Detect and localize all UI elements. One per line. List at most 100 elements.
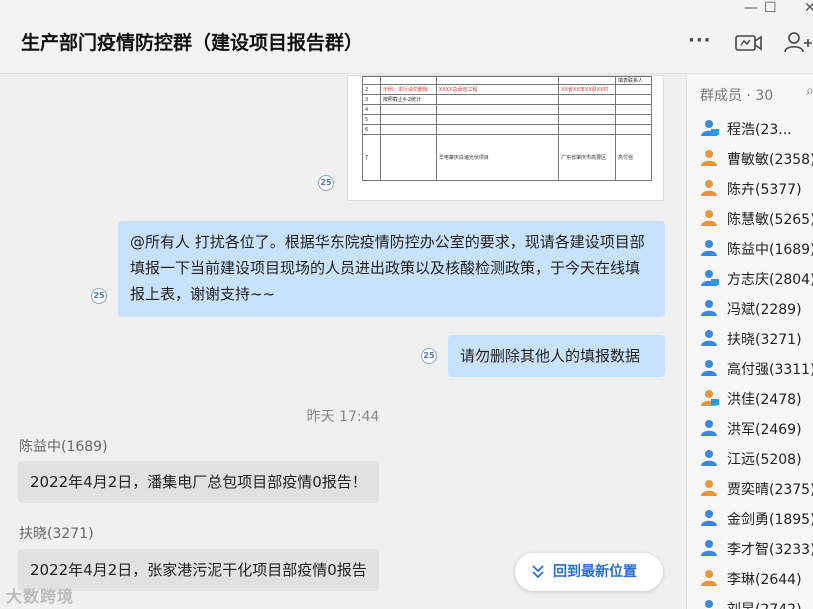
user-avatar-icon <box>701 150 717 166</box>
spreadsheet-row: 7 华电肇庆白诸光伏项目 广东省肇庆市高要区 高付强 <box>362 134 652 181</box>
member-name: 陈卉(5377) <box>727 182 802 198</box>
member-name: 金剑勇(1895) <box>727 512 813 528</box>
user-avatar-icon <box>701 180 717 196</box>
message-sender-name[interactable]: 陈益中(1689) <box>19 436 108 456</box>
chat-header: — ☐ ✕ 生产部门疫情防控群（建设项目报告群） ··· <box>0 0 813 74</box>
chat-message-area[interactable]: 填表联系人 2 示例：本行请勿删除 XXXX总承包工程 XX省XX市XX县XX村 3 按照截… <box>0 75 686 609</box>
video-call-icon[interactable] <box>735 33 763 53</box>
user-avatar-icon <box>701 240 717 256</box>
member-list-panel[interactable]: 群成员 · 30 ⌕ 程浩(23...· 群曹敏敏(2358)陈卉(5377)陈… <box>686 75 813 609</box>
jump-to-latest-label: 回到最新位置 <box>553 564 637 580</box>
user-avatar-icon <box>701 390 719 406</box>
member-name: 陈慧敏(5265) <box>727 212 813 228</box>
spreadsheet-cell <box>379 114 437 125</box>
user-avatar-icon <box>705 600 713 608</box>
message-bubble-announcement[interactable]: @所有人 打扰各位了。根据华东院疫情防控办公室的要求，现请各建设项目部填报一下当… <box>118 221 665 317</box>
spreadsheet-cell: 6 <box>362 124 381 135</box>
user-avatar-icon <box>701 570 717 586</box>
member-name: 李琳(2644) <box>727 572 802 588</box>
member-name: 贾奕晴(2375) <box>727 482 813 498</box>
add-member-icon[interactable] <box>784 31 812 53</box>
spreadsheet-cell <box>615 124 652 135</box>
user-avatar-icon <box>701 300 717 316</box>
member-name: 冯斌(2289) <box>727 302 802 318</box>
spreadsheet-cell <box>558 124 617 135</box>
spreadsheet-cell <box>435 104 560 115</box>
member-name: 洪军(2469) <box>727 422 802 438</box>
watermark-logo: 大数跨境 <box>6 583 74 607</box>
spreadsheet-row: 6 <box>362 124 652 135</box>
member-name: 洪佳(2478) <box>727 392 802 408</box>
double-chevron-down-icon <box>532 565 544 579</box>
spreadsheet-cell <box>435 124 560 135</box>
spreadsheet-row: 5 <box>362 114 652 125</box>
watermark-text: 大数跨境 <box>6 587 75 606</box>
spreadsheet-cell: 5 <box>362 114 381 125</box>
spreadsheet-cell <box>379 124 437 135</box>
spreadsheet-cell <box>615 84 652 95</box>
message-bubble-notice[interactable]: 请勿删除其他人的填报数据 <box>448 335 665 377</box>
spreadsheet-row: 2 示例：本行请勿删除 XXXX总承包工程 XX省XX市XX县XX村 <box>362 84 652 95</box>
spreadsheet-cell <box>379 76 437 85</box>
spreadsheet-cell: 广东省肇庆市高要区 <box>558 134 617 181</box>
spreadsheet-cell: 3 <box>362 94 381 105</box>
spreadsheet-cell <box>558 76 617 85</box>
spreadsheet-cell <box>379 134 437 181</box>
member-name: 李才智(3233) <box>727 542 813 558</box>
member-search-hint[interactable]: ⌕ <box>806 83 813 99</box>
member-name: 曹敏敏(2358) <box>727 152 813 168</box>
maximize-button[interactable]: ☐ <box>764 0 777 18</box>
spreadsheet-cell <box>379 104 437 115</box>
user-avatar-icon <box>701 360 717 376</box>
shared-spreadsheet-preview[interactable]: 填表联系人 2 示例：本行请勿删除 XXXX总承包工程 XX省XX市XX县XX村 3 按照截… <box>347 75 664 201</box>
spreadsheet-cell <box>615 94 652 105</box>
spreadsheet-cell: 示例：本行请勿删除 <box>379 84 437 95</box>
spreadsheet-cell <box>435 76 560 85</box>
member-name: 程浩(23... <box>727 122 792 138</box>
sender-avatar-icon[interactable]: 25 <box>91 288 107 304</box>
user-avatar-icon <box>701 210 717 226</box>
user-avatar-icon <box>701 540 717 556</box>
spreadsheet-cell <box>435 114 560 125</box>
user-avatar-icon <box>701 330 717 346</box>
user-avatar-icon <box>701 480 717 496</box>
spreadsheet-row: 填表联系人 <box>362 76 652 85</box>
member-name: 高付强(3311) <box>727 362 813 378</box>
jump-to-latest-button[interactable]: 回到最新位置 <box>515 553 663 591</box>
spreadsheet-cell: 7 <box>362 134 381 181</box>
member-name: 方志庆(2804) <box>727 272 813 288</box>
member-name: 扶晓(3271) <box>727 332 802 348</box>
user-avatar-icon <box>701 270 719 286</box>
more-options-icon[interactable]: ··· <box>688 30 712 51</box>
spreadsheet-cell: XXXX总承包工程 <box>435 84 560 95</box>
spreadsheet-cell: 4 <box>362 104 381 115</box>
member-name: 江远(5208) <box>727 452 802 468</box>
spreadsheet-cell <box>558 114 617 125</box>
spreadsheet-cell: 华电肇庆白诸光伏项目 <box>435 134 560 181</box>
close-button[interactable]: ✕ <box>804 0 813 18</box>
spreadsheet-cell <box>558 94 617 105</box>
message-sender-name[interactable]: 扶晓(3271) <box>19 523 94 543</box>
sender-avatar-icon[interactable]: 25 <box>318 175 334 191</box>
user-avatar-icon <box>701 420 717 436</box>
message-timestamp: 昨天 17:44 <box>306 409 380 425</box>
member-count-title: 群成员 · 30 <box>700 88 774 104</box>
user-avatar-icon <box>701 510 717 526</box>
spreadsheet-cell: XX省XX市XX县XX村 <box>558 84 617 95</box>
spreadsheet-cell <box>615 104 652 115</box>
spreadsheet-cell <box>615 114 652 125</box>
spreadsheet-cell <box>435 94 560 105</box>
spreadsheet-cell: 填表联系人 <box>615 76 652 85</box>
user-avatar-icon <box>701 450 717 466</box>
user-avatar-icon <box>701 120 719 136</box>
minimize-button[interactable]: — <box>744 0 758 18</box>
spreadsheet-cell: 高付强 <box>615 134 652 181</box>
message-bubble-report[interactable]: 2022年4月2日，潘集电厂总包项目部疫情0报告！ <box>18 461 379 503</box>
spreadsheet-cell: 2 <box>362 84 381 95</box>
spreadsheet-table: 填表联系人 2 示例：本行请勿删除 XXXX总承包工程 XX省XX市XX县XX村 3 按照截… <box>362 76 652 181</box>
member-name: 刘昱(2742) <box>727 599 802 609</box>
spreadsheet-row: 3 按照截止4-2统计 <box>362 94 652 105</box>
member-name: 陈益中(1689) <box>727 242 813 258</box>
group-title: 生产部门疫情防控群（建设项目报告群） <box>21 32 364 54</box>
sender-avatar-icon[interactable]: 25 <box>421 348 437 364</box>
